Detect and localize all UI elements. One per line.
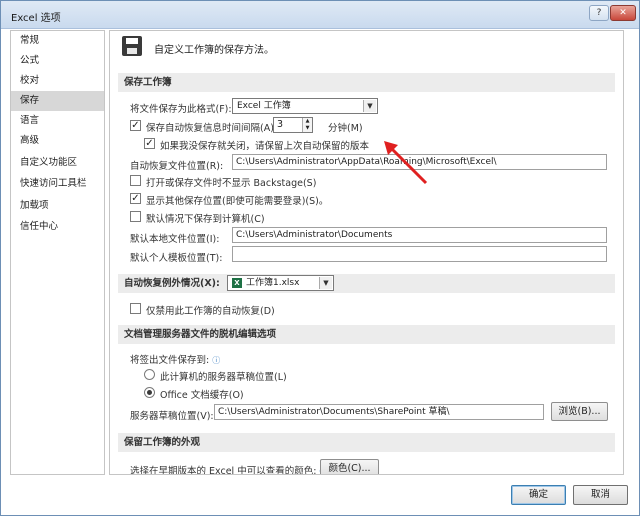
autorecover-minutes-spinner[interactable]: 3 ▲ ▼ [273,117,313,133]
save-format-label: 将文件保存为此格式(F): [130,104,232,115]
section-offline-editing: 文档管理服务器文件的脱机编辑选项 [118,325,615,344]
show-more-locations-label: 显示其他保存位置(即使可能需要登录)(S)。 [146,196,329,207]
autorecover-workbook-value: 工作簿1.xlsx [246,278,300,288]
excel-options-dialog: Excel 选项 ? ✕ 常规 公式 校对 保存 语言 高级 自定义功能区 快速… [0,0,640,516]
nav-item-customize-ribbon[interactable]: 自定义功能区 [11,153,104,173]
nav-item-general[interactable]: 常规 [11,31,104,51]
autorecover-minutes-value: 3 [277,119,284,130]
save-to-computer-label: 默认情况下保存到计算机(C) [146,214,265,225]
server-drafts-location-label: 服务器草稿位置(V): [130,411,214,422]
help-button[interactable]: ? [589,5,609,21]
checkout-location-label: 将签出文件保存到: ⓘ [130,352,220,366]
nav-item-formulas[interactable]: 公式 [11,51,104,71]
autorecover-checkbox[interactable]: ✓ [130,120,141,131]
colors-button[interactable]: 颜色(C)... [320,459,379,474]
template-location-label: 默认个人模板位置(T): [130,253,223,264]
excel-file-icon: X [232,278,242,288]
colors-label: 选择在早期版本的 Excel 中可以查看的颜色: ⓘ [130,463,327,475]
options-nav: 常规 公式 校对 保存 语言 高级 自定义功能区 快速访问工具栏 加载项 信任中… [10,30,105,475]
autorecover-label: 保存自动恢复信息时间间隔(A) [146,123,274,134]
autorecover-location-label: 自动恢复文件位置(R): [130,161,224,172]
autorecover-workbook-dropdown[interactable]: X 工作簿1.xlsx ▼ [227,275,334,291]
nav-item-advanced[interactable]: 高级 [11,131,104,151]
title-bar: Excel 选项 ? ✕ [1,1,639,29]
default-local-location-input[interactable]: C:\Users\Administrator\Documents [232,227,607,243]
chevron-down-icon: ▼ [363,100,376,112]
radio-server-drafts-label: 此计算机的服务器草稿位置(L) [160,372,287,383]
nav-item-add-ins[interactable]: 加载项 [11,196,104,216]
panel-header-text: 自定义工作簿的保存方法。 [154,45,274,56]
window-title: Excel 选项 [11,13,61,24]
browse-button[interactable]: 浏览(B)... [551,402,608,421]
template-location-input[interactable] [232,246,607,262]
chevron-down-icon: ▼ [319,277,332,289]
section-save-workbooks: 保存工作簿 [118,73,615,92]
nav-item-save[interactable]: 保存 [11,91,104,111]
radio-office-cache-label: Office 文档缓存(O) [160,390,244,401]
section-workbook-appearance: 保留工作簿的外观 [118,433,615,452]
no-backstage-checkbox[interactable] [130,175,141,186]
save-format-dropdown[interactable]: Excel 工作簿 ▼ [232,98,378,114]
server-drafts-location-input[interactable]: C:\Users\Administrator\Documents\SharePo… [214,404,544,420]
save-options-panel: 自定义工作簿的保存方法。 保存工作簿 将文件保存为此格式(F): Excel 工… [109,30,624,475]
red-arrow-annotation [384,141,428,185]
nav-item-quick-access-toolbar[interactable]: 快速访问工具栏 [11,174,104,194]
minutes-label: 分钟(M) [328,123,363,134]
keep-last-version-checkbox[interactable]: ✓ [144,138,155,149]
section-autorecover-exceptions: 自动恢复例外情况(X): [118,274,615,293]
show-more-locations-checkbox[interactable]: ✓ [130,193,141,204]
radio-server-drafts[interactable] [144,369,155,380]
disable-autorecover-label: 仅禁用此工作簿的自动恢复(D) [146,306,275,317]
nav-item-proofing[interactable]: 校对 [11,71,104,91]
spinner-arrows-icon[interactable]: ▲ ▼ [302,118,312,132]
floppy-disk-icon [122,36,142,56]
autorecover-exceptions-label: 自动恢复例外情况(X): [124,278,220,289]
default-local-location-label: 默认本地文件位置(I): [130,234,220,245]
info-icon: ⓘ [212,356,221,365]
ok-button[interactable]: 确定 [511,485,566,505]
colors-label-text: 选择在早期版本的 Excel 中可以查看的颜色: [130,466,317,475]
save-format-value: Excel 工作簿 [237,101,291,111]
radio-office-cache[interactable] [144,387,155,398]
no-backstage-label: 打开或保存文件时不显示 Backstage(S) [146,178,317,189]
checkout-location-text: 将签出文件保存到: [130,355,210,366]
close-button[interactable]: ✕ [610,5,636,21]
save-to-computer-checkbox[interactable] [130,211,141,222]
disable-autorecover-checkbox[interactable] [130,303,141,314]
keep-last-version-label: 如果我没保存就关闭，请保留上次自动保留的版本 [160,141,370,152]
nav-item-trust-center[interactable]: 信任中心 [11,217,104,237]
nav-item-language[interactable]: 语言 [11,111,104,131]
cancel-button[interactable]: 取消 [573,485,628,505]
